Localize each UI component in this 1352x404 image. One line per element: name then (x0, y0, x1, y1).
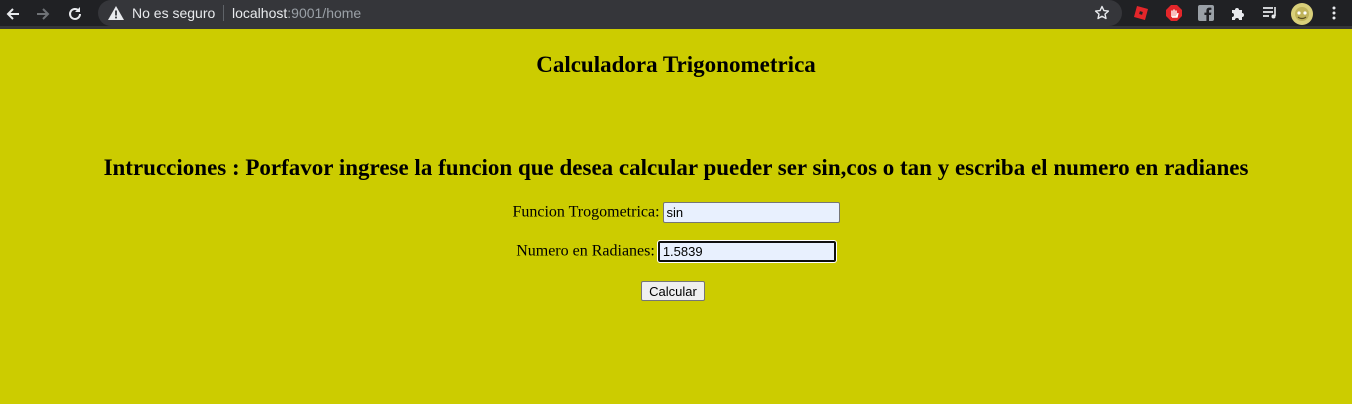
calculate-button[interactable]: Calcular (641, 281, 705, 301)
facebook-extension-icon[interactable] (1198, 5, 1214, 21)
radians-row: Numero en Radianes: (0, 240, 1352, 263)
puzzle-extensions-icon[interactable] (1230, 5, 1246, 21)
address-bar[interactable]: No es seguro localhost:9001/home (98, 0, 1122, 26)
forward-arrow-icon (37, 8, 50, 20)
function-row: Funcion Trogometrica: (0, 202, 1352, 223)
star-icon[interactable] (1094, 5, 1110, 21)
profile-avatar[interactable] (1291, 3, 1313, 25)
forward-button[interactable] (32, 3, 54, 25)
radians-label: Numero en Radianes: (516, 242, 655, 260)
url-host: localhost (232, 5, 288, 21)
kebab-menu-icon[interactable] (1326, 5, 1342, 21)
page-title: Calculadora Trigonometrica (536, 52, 816, 77)
reload-button[interactable] (64, 3, 86, 25)
function-label: Funcion Trogometrica: (512, 203, 660, 221)
instructions-heading: Intrucciones : Porfavor ingrese la funci… (103, 155, 1249, 180)
url-text[interactable]: localhost:9001/home (232, 5, 361, 21)
roblox-extension-icon[interactable] (1133, 5, 1149, 21)
browser-toolbar: No es seguro localhost:9001/home (0, 0, 1352, 29)
url-path: :9001/home (287, 5, 362, 21)
back-arrow-icon (6, 8, 19, 20)
warning-icon[interactable] (108, 6, 124, 20)
media-playlist-icon[interactable] (1262, 5, 1278, 21)
security-label[interactable]: No es seguro (132, 5, 215, 21)
reload-icon (69, 7, 81, 20)
back-button[interactable] (2, 3, 24, 25)
function-input[interactable] (662, 202, 840, 223)
divider (223, 5, 224, 21)
adblock-icon[interactable] (1166, 5, 1182, 21)
radians-input[interactable] (656, 240, 837, 263)
